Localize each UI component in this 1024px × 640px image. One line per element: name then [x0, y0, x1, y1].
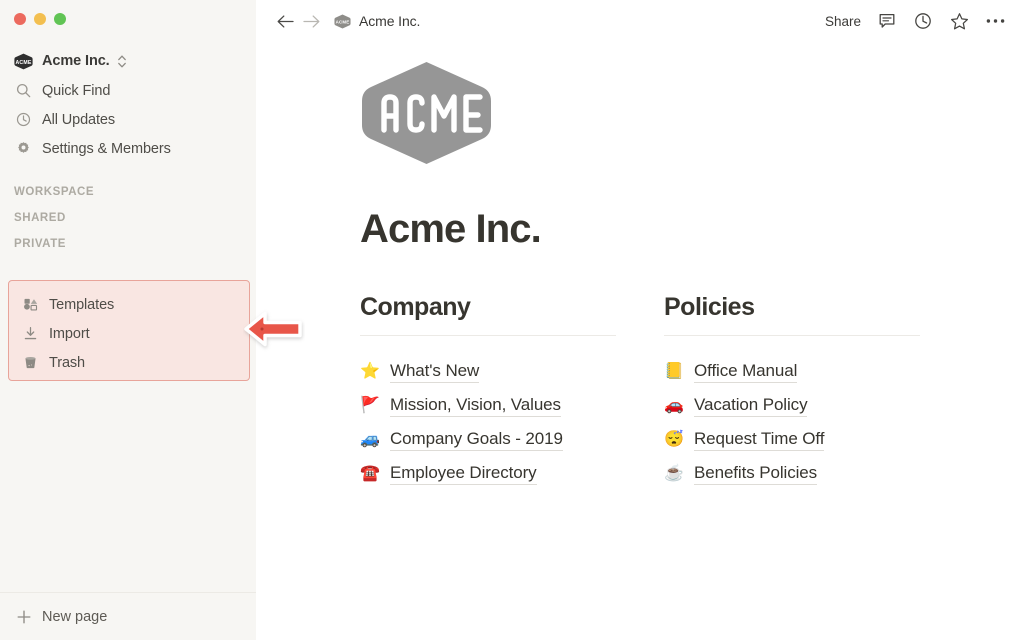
sidebar-item-import[interactable]: Import [9, 319, 249, 348]
page-link-label: Mission, Vision, Values [390, 395, 561, 417]
sidebar-item-quick-find[interactable]: Quick Find [0, 76, 256, 105]
highlighted-nav-group: Templates Import Trash [8, 280, 250, 381]
window-traffic-lights [0, 0, 256, 34]
ledger-emoji: 📒 [664, 363, 684, 380]
page-columns: Company ⭐ What's New 🚩 Mission, Vision, … [360, 293, 1024, 491]
sleeping-face-emoji: 😴 [664, 431, 684, 448]
forward-button[interactable] [298, 8, 324, 34]
acme-hexagon-icon: ACME [14, 53, 33, 70]
plus-icon [14, 609, 33, 625]
search-icon [14, 83, 33, 98]
column-heading: Policies [664, 293, 755, 321]
column-divider [664, 335, 920, 336]
page-link-office-manual[interactable]: 📒 Office Manual [664, 355, 920, 389]
page-link-whats-new[interactable]: ⭐ What's New [360, 355, 616, 389]
templates-icon [21, 297, 40, 312]
sidebar-item-templates[interactable]: Templates [9, 290, 249, 319]
page-link-label: Benefits Policies [694, 463, 817, 485]
sidebar-item-all-updates[interactable]: All Updates [0, 105, 256, 134]
sidebar-item-label: Templates [49, 296, 115, 313]
sidebar-section-private[interactable]: PRIVATE [0, 231, 256, 257]
page-content: Acme Inc. Company ⭐ What's New 🚩 Mission… [256, 42, 1024, 491]
close-window-button[interactable] [14, 13, 26, 25]
recreational-vehicle-emoji: 🚙 [360, 431, 380, 448]
page-link-label: Office Manual [694, 361, 797, 383]
more-options-icon[interactable] [985, 11, 1005, 31]
telephone-emoji: ☎️ [360, 465, 380, 482]
star-emoji: ⭐ [360, 363, 380, 380]
sidebar-section-shared[interactable]: SHARED [0, 205, 256, 231]
sidebar-item-settings-members[interactable]: Settings & Members [0, 134, 256, 163]
page-link-label: Request Time Off [694, 429, 824, 451]
sidebar-item-label: Import [49, 325, 90, 342]
gear-icon [14, 141, 33, 156]
workspace-switcher[interactable]: ACME Acme Inc. [0, 46, 256, 76]
sidebar-section-workspace[interactable]: WORKSPACE [0, 179, 256, 205]
svg-text:ACME: ACME [336, 19, 350, 24]
minimize-window-button[interactable] [34, 13, 46, 25]
comment-icon[interactable] [877, 11, 897, 31]
triangular-flag-emoji: 🚩 [360, 397, 380, 414]
page-cover-logo [360, 60, 1024, 171]
import-download-icon [21, 326, 40, 341]
page-link-benefits-policies[interactable]: ☕ Benefits Policies [664, 457, 920, 491]
page-link-vacation-policy[interactable]: 🚗 Vacation Policy [664, 389, 920, 423]
workspace-name: Acme Inc. [42, 53, 110, 69]
back-button[interactable] [272, 8, 298, 34]
column-policies: Policies 📒 Office Manual 🚗 Vacation Poli… [664, 293, 920, 491]
svg-text:ACME: ACME [15, 60, 31, 66]
car-emoji: 🚗 [664, 397, 684, 414]
sidebar-item-label: Quick Find [42, 82, 111, 99]
star-favorite-icon[interactable] [949, 11, 969, 31]
page-link-label: Company Goals - 2019 [390, 429, 563, 451]
page-link-label: What's New [390, 361, 479, 383]
page-link-label: Vacation Policy [694, 395, 808, 417]
new-page-label: New page [42, 608, 108, 625]
sidebar: ACME Acme Inc. Quick Find All Updates Se… [0, 0, 256, 640]
chevron-updown-icon [117, 54, 127, 69]
main-content-area: ACME Acme Inc. Share Acme Inc. Company ⭐… [256, 0, 1024, 640]
new-page-button[interactable]: New page [0, 592, 256, 640]
page-title: Acme Inc. [360, 207, 542, 251]
sidebar-item-label: Trash [49, 354, 86, 371]
column-divider [360, 335, 616, 336]
column-heading: Company [360, 293, 471, 321]
column-company: Company ⭐ What's New 🚩 Mission, Vision, … [360, 293, 616, 491]
page-link-employee-directory[interactable]: ☎️ Employee Directory [360, 457, 616, 491]
page-link-request-time-off[interactable]: 😴 Request Time Off [664, 423, 920, 457]
clock-icon [14, 112, 33, 127]
page-link-label: Employee Directory [390, 463, 537, 485]
sidebar-item-trash[interactable]: Trash [9, 348, 249, 377]
app-window: ACME Acme Inc. Quick Find All Updates Se… [0, 0, 1024, 640]
zoom-window-button[interactable] [54, 13, 66, 25]
sidebar-item-label: All Updates [42, 111, 116, 128]
page-link-company-goals-2019[interactable]: 🚙 Company Goals - 2019 [360, 423, 616, 457]
breadcrumb-label: Acme Inc. [359, 13, 421, 29]
share-button[interactable]: Share [825, 14, 861, 29]
topbar-actions: Share [825, 11, 1005, 31]
breadcrumb[interactable]: ACME Acme Inc. [334, 13, 420, 29]
coffee-emoji: ☕ [664, 465, 684, 482]
acme-hexagon-icon: ACME [334, 14, 351, 29]
sidebar-item-label: Settings & Members [42, 140, 171, 157]
top-bar: ACME Acme Inc. Share [256, 0, 1024, 42]
page-link-mission-vision-values[interactable]: 🚩 Mission, Vision, Values [360, 389, 616, 423]
clock-history-icon[interactable] [913, 11, 933, 31]
trash-icon [21, 355, 40, 370]
